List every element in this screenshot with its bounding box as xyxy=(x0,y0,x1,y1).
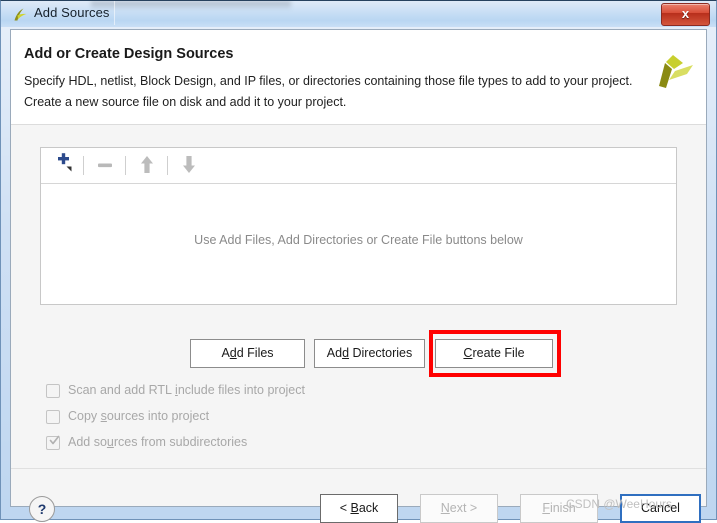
add-directories-mnemonic: d xyxy=(342,346,350,360)
finish-mnemonic: F xyxy=(542,501,550,515)
toolbar-divider xyxy=(83,156,84,175)
vivado-leaf-icon xyxy=(12,6,29,23)
checkbox-box[interactable] xyxy=(46,410,60,424)
back-label-post: ack xyxy=(358,501,379,515)
window-title: Add Sources xyxy=(34,5,110,20)
add-directories-label-post: Directories xyxy=(349,346,413,360)
sources-toolbar xyxy=(41,148,676,184)
add-files-label-pre: A xyxy=(221,346,230,360)
footer-divider xyxy=(11,468,706,469)
move-up-button[interactable] xyxy=(133,152,161,179)
dialog-body: Add or Create Design Sources Specify HDL… xyxy=(10,29,707,523)
next-label-post: ext > xyxy=(449,501,478,515)
back-mnemonic: B xyxy=(350,501,359,515)
titlebar-sheen xyxy=(91,1,291,10)
remove-button[interactable] xyxy=(91,152,119,179)
back-label-pre: < xyxy=(339,501,351,515)
add-files-mnemonic: d xyxy=(229,346,237,360)
option-label: Add sources from subdirectories xyxy=(68,435,248,449)
option-label: Scan and add RTL include files into proj… xyxy=(68,383,305,397)
checkmark-icon xyxy=(49,435,60,445)
add-files-label-post: d Files xyxy=(236,346,274,360)
next-mnemonic: N xyxy=(440,501,450,515)
dialog-window: Add Sources x Add or Create Design Sourc… xyxy=(0,0,717,523)
toolbar-divider xyxy=(125,156,126,175)
add-directories-label-pre: Ad xyxy=(326,346,343,360)
page-description-line-1: Specify HDL, netlist, Block Design, and … xyxy=(24,74,633,88)
add-files-button[interactable]: Add Files xyxy=(190,339,305,368)
sources-list-panel: Use Add Files, Add Directories or Create… xyxy=(40,147,677,305)
checkbox-box[interactable] xyxy=(46,435,60,450)
move-down-button[interactable] xyxy=(175,152,203,179)
title-bar: Add Sources x xyxy=(1,1,716,27)
page-title: Add or Create Design Sources xyxy=(24,46,234,62)
dialog-header: Add or Create Design Sources Specify HDL… xyxy=(11,30,706,125)
toolbar-divider xyxy=(167,156,168,175)
create-file-label-post: reate File xyxy=(472,346,525,360)
back-button[interactable]: < Back xyxy=(320,494,398,523)
close-button[interactable]: x xyxy=(661,3,710,26)
watermark-text: CSDN @WeeHours. xyxy=(566,497,676,511)
help-button[interactable]: ? xyxy=(29,496,55,522)
empty-list-message: Use Add Files, Add Directories or Create… xyxy=(194,233,523,247)
checkbox-box[interactable] xyxy=(46,384,60,398)
next-button[interactable]: Next > xyxy=(420,494,498,523)
titlebar-divider xyxy=(114,1,115,25)
option-label: Copy sources into project xyxy=(68,409,210,423)
add-button[interactable] xyxy=(49,152,77,179)
create-file-button[interactable]: Create File xyxy=(435,339,553,368)
add-directories-button[interactable]: Add Directories xyxy=(314,339,425,368)
page-description-line-2: Create a new source file on disk and add… xyxy=(24,95,347,109)
xilinx-pinwheel-logo xyxy=(652,50,694,92)
